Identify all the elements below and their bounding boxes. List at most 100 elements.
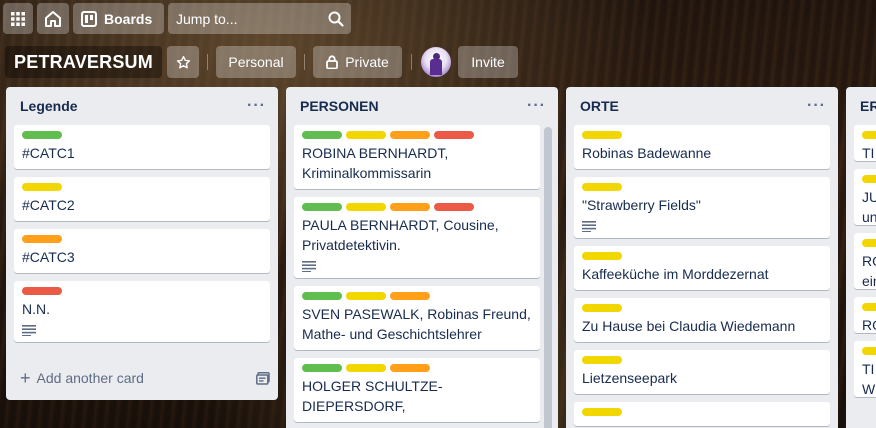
card-title-line2: un xyxy=(862,209,876,225)
card-title: "Strawberry Fields" xyxy=(582,197,701,213)
card-title: N.N. xyxy=(22,301,50,317)
label-yellow xyxy=(582,252,622,260)
home-icon xyxy=(45,10,61,27)
card[interactable]: RO xyxy=(854,297,876,333)
card[interactable]: "Strawberry Fields" xyxy=(574,177,830,238)
list-menu-icon[interactable]: ··· xyxy=(807,97,826,115)
card-title: Lietzenseepark xyxy=(582,370,677,386)
card[interactable]: HOLGER SCHULTZE-DIEPERSDORF, xyxy=(294,358,540,422)
search-input[interactable]: Jump to... xyxy=(168,3,351,34)
label-yellow xyxy=(582,183,622,191)
card-title: Robinas Badewanne xyxy=(582,145,712,161)
card-title: RO xyxy=(862,253,876,269)
card[interactable]: Robinas Badewanne xyxy=(574,125,830,169)
card-title: #CATC2 xyxy=(22,197,75,213)
label-orange xyxy=(390,292,430,300)
card[interactable]: SVEN PASEWALK, Robinas Freund, Mathe- un… xyxy=(294,286,540,350)
card[interactable]: Kaffeeküche im Morddezernat xyxy=(574,246,830,290)
star-icon xyxy=(176,55,190,68)
card-labels xyxy=(862,347,876,355)
add-card-button[interactable]: + Add another card xyxy=(14,364,270,392)
card[interactable]: #CATC2 xyxy=(14,177,270,221)
card[interactable]: TI xyxy=(854,125,876,161)
team-visibility-button[interactable]: Personal xyxy=(216,46,296,78)
list-header: ORTE ··· xyxy=(566,87,838,125)
card[interactable]: #CATC1 xyxy=(14,125,270,169)
card[interactable] xyxy=(574,402,830,426)
card-labels xyxy=(582,252,822,260)
star-board-button[interactable] xyxy=(167,46,199,78)
description-icon xyxy=(582,221,596,232)
privacy-button[interactable]: Private xyxy=(313,46,402,78)
list-header: Legende ··· xyxy=(6,87,278,125)
card-title: RO xyxy=(862,317,876,333)
label-red xyxy=(434,131,474,139)
card-container: TI JU un RO ein RO TI W xyxy=(846,125,876,397)
card-labels xyxy=(582,183,822,191)
description-icon xyxy=(302,261,316,272)
card[interactable]: #CATC3 xyxy=(14,229,270,273)
card-labels xyxy=(862,131,876,139)
plus-icon: + xyxy=(20,368,31,388)
search-icon[interactable] xyxy=(321,11,351,27)
list-title[interactable]: ER xyxy=(860,98,876,114)
list-title[interactable]: Legende xyxy=(20,98,247,114)
card[interactable]: ROBINA BERNHARDT, Kriminalkommissarin xyxy=(294,125,540,189)
list-menu-icon[interactable]: ··· xyxy=(527,97,546,115)
card-container: #CATC1 #CATC2 #CATC3 N.N. xyxy=(6,125,278,342)
label-yellow xyxy=(346,292,386,300)
label-yellow xyxy=(22,183,62,191)
card[interactable]: RO ein xyxy=(854,233,876,289)
list-legende: Legende ··· #CATC1 #CATC2 #CATC3 N.N. + … xyxy=(6,87,278,400)
list-orte: ORTE ··· Robinas Badewanne "Strawberry F… xyxy=(566,87,838,428)
card-labels xyxy=(862,175,876,183)
board-title[interactable]: PETRAVERSUM xyxy=(5,46,162,78)
label-red xyxy=(434,203,474,211)
card[interactable]: PAULA BERNHARDT, Cousine, Privatdetektiv… xyxy=(294,197,540,278)
avatar-figure xyxy=(430,59,442,75)
home-button[interactable] xyxy=(37,3,69,34)
list-header: PERSONEN ··· xyxy=(286,87,558,125)
label-yellow xyxy=(862,347,876,355)
list-scrollbar[interactable] xyxy=(544,127,552,428)
description-icon xyxy=(22,325,36,336)
card[interactable]: Zu Hause bei Claudia Wiedemann xyxy=(574,298,830,342)
card-template-icon[interactable] xyxy=(256,371,270,385)
card[interactable]: N.N. xyxy=(14,281,270,342)
header-divider xyxy=(304,54,305,70)
list-partial: ER TI JU un RO ein RO TI W xyxy=(846,87,876,428)
card[interactable]: Lietzenseepark xyxy=(574,350,830,394)
label-green xyxy=(302,364,342,372)
list-header: ER xyxy=(846,87,876,125)
card-title: #CATC1 xyxy=(22,145,75,161)
card-title: Zu Hause bei Claudia Wiedemann xyxy=(582,318,796,334)
top-navigation-bar: Boards Jump to... xyxy=(0,0,876,38)
card-title: SVEN PASEWALK, Robinas Freund, Mathe- un… xyxy=(302,306,531,342)
add-card-label: Add another card xyxy=(36,370,144,386)
boards-button[interactable]: Boards xyxy=(73,3,164,34)
board-icon xyxy=(81,10,97,27)
avatar[interactable] xyxy=(421,47,451,77)
card-title: Kaffeeküche im Morddezernat xyxy=(582,266,769,282)
invite-button[interactable]: Invite xyxy=(458,46,518,78)
list-menu-icon[interactable]: ··· xyxy=(247,97,266,115)
card-title: TI xyxy=(862,145,875,161)
list-title[interactable]: PERSONEN xyxy=(300,98,527,114)
scrollbar-thumb[interactable] xyxy=(544,127,552,428)
label-yellow xyxy=(582,408,622,416)
card-labels xyxy=(862,239,876,247)
card-labels xyxy=(582,356,822,364)
card[interactable]: TI W xyxy=(854,341,876,397)
card[interactable]: JU un xyxy=(854,169,876,225)
list-title[interactable]: ORTE xyxy=(580,98,807,114)
label-yellow xyxy=(582,131,622,139)
card-labels xyxy=(582,408,822,416)
label-orange xyxy=(390,203,430,211)
grid-icon xyxy=(11,11,25,26)
app-switcher-button[interactable] xyxy=(3,3,33,34)
label-yellow xyxy=(346,203,386,211)
header-divider xyxy=(411,54,412,70)
card-labels xyxy=(302,131,532,139)
card-title: PAULA BERNHARDT, Cousine, Privatdetektiv… xyxy=(302,217,499,253)
card-labels xyxy=(302,292,532,300)
